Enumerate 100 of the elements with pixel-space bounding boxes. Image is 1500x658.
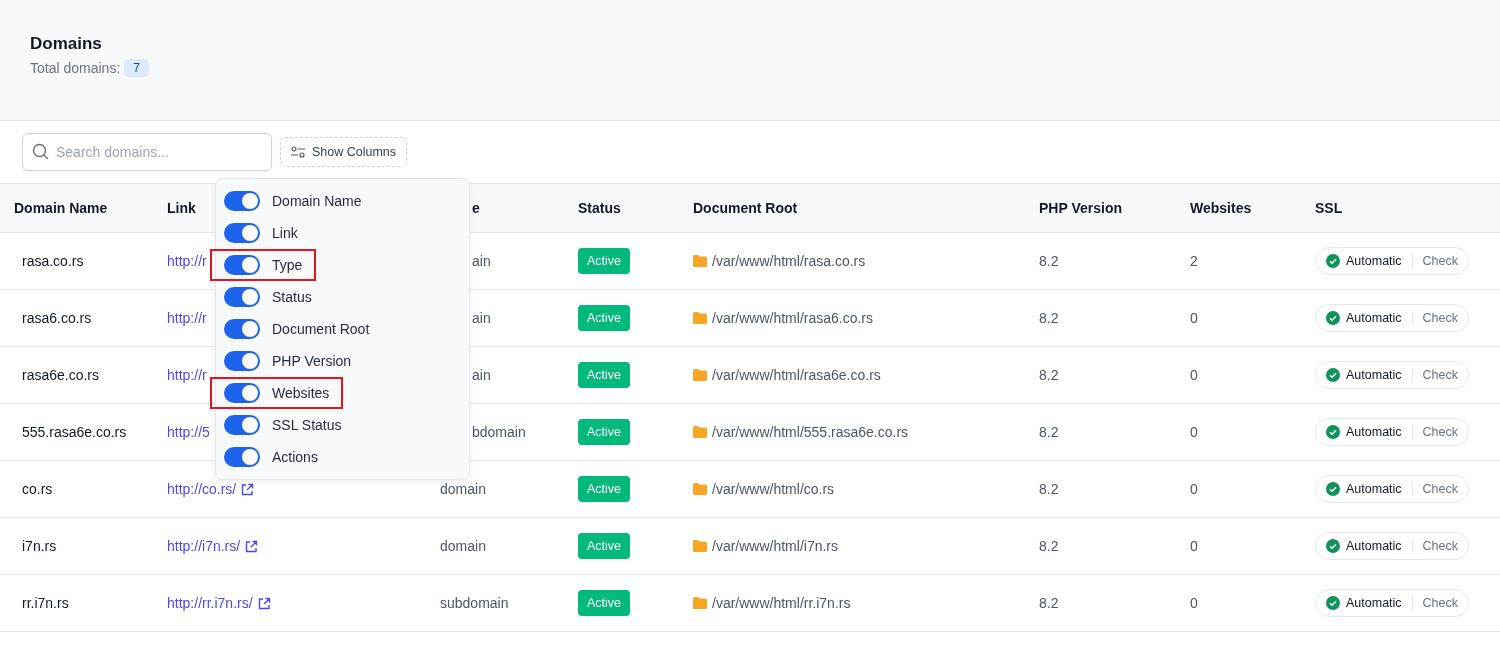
column-header: SSL <box>1315 200 1343 216</box>
document-root: /var/www/html/555.rasa6e.co.rs <box>712 424 909 440</box>
php-version: 8.2 <box>1039 253 1059 269</box>
check-link[interactable]: Check <box>1412 254 1459 268</box>
toggle-switch[interactable] <box>224 223 260 243</box>
websites-count: 0 <box>1190 481 1198 497</box>
status-badge: Active <box>578 248 631 274</box>
document-root: /var/www/html/rr.i7n.rs <box>712 595 851 611</box>
ssl-mode: Automatic <box>1340 254 1413 268</box>
check-circle-icon <box>1326 425 1340 439</box>
column-header: Status <box>578 200 621 216</box>
status-badge: Active <box>578 419 631 445</box>
domain-name: i7n.rs <box>22 538 57 554</box>
check-link[interactable]: Check <box>1412 596 1459 610</box>
ssl-mode: Automatic <box>1340 368 1413 382</box>
domain-name: rasa6.co.rs <box>22 310 92 326</box>
folder-icon <box>693 369 707 381</box>
folder-icon <box>693 312 707 324</box>
toggle-switch[interactable] <box>224 447 260 467</box>
document-root: /var/www/html/rasa6.co.rs <box>712 310 874 326</box>
column-header: PHP Version <box>1039 200 1122 216</box>
domain-link[interactable]: http://r <box>167 310 207 326</box>
domain-name: 555.rasa6e.co.rs <box>22 424 127 440</box>
domain-type: domain <box>440 538 486 554</box>
search-field[interactable]: Search domains... <box>22 133 272 171</box>
check-link[interactable]: Check <box>1412 311 1459 325</box>
domain-link[interactable]: http://co.rs/ <box>167 481 237 497</box>
ssl-mode: Automatic <box>1340 425 1413 439</box>
php-version: 8.2 <box>1039 538 1059 554</box>
toggle-switch[interactable] <box>224 415 260 435</box>
toggle-switch[interactable] <box>224 191 260 211</box>
document-root: /var/www/html/rasa6e.co.rs <box>712 367 881 383</box>
websites-count: 0 <box>1190 595 1198 611</box>
column-header: e <box>472 200 480 216</box>
domain-type: subdomain <box>440 595 509 611</box>
domain-name: co.rs <box>22 481 53 497</box>
domain-type: ain <box>472 253 491 269</box>
websites-count: 2 <box>1190 253 1198 269</box>
external-link-icon[interactable] <box>257 596 271 610</box>
check-circle-icon <box>1326 482 1340 496</box>
document-root: /var/www/html/i7n.rs <box>712 538 839 554</box>
column-header: Document Root <box>693 200 798 216</box>
domain-name: rr.i7n.rs <box>22 595 69 611</box>
domain-type: bdomain <box>472 424 526 440</box>
column-header: Websites <box>1190 200 1252 216</box>
column-option: SSL Status <box>272 417 342 433</box>
domain-link[interactable]: http://r <box>167 253 207 269</box>
toggle-switch[interactable] <box>224 351 260 371</box>
document-root: /var/www/html/rasa.co.rs <box>712 253 866 269</box>
column-option: Actions <box>272 449 318 465</box>
show-columns-button[interactable]: Show Columns <box>280 137 408 167</box>
count-badge: 7 <box>124 59 149 77</box>
check-link[interactable]: Check <box>1412 368 1459 382</box>
domain-link[interactable]: http://i7n.rs/ <box>167 538 241 554</box>
php-version: 8.2 <box>1039 310 1059 326</box>
column-option: Domain Name <box>272 193 362 209</box>
check-link[interactable]: Check <box>1412 539 1459 553</box>
status-badge: Active <box>578 590 631 616</box>
php-version: 8.2 <box>1039 424 1059 440</box>
domain-type: domain <box>440 481 486 497</box>
folder-icon <box>693 255 707 267</box>
external-link-icon[interactable] <box>245 539 259 553</box>
domain-link[interactable]: http://5 <box>167 424 210 440</box>
websites-count: 0 <box>1190 424 1198 440</box>
domain-type: ain <box>472 310 491 326</box>
check-circle-icon <box>1326 539 1340 553</box>
external-link-icon[interactable] <box>241 482 255 496</box>
folder-icon <box>693 540 707 552</box>
toggle-switch[interactable] <box>224 255 260 275</box>
column-header: Domain Name <box>14 200 108 216</box>
ssl-mode: Automatic <box>1340 311 1413 325</box>
domain-link[interactable]: http://rr.i7n.rs/ <box>167 595 253 611</box>
toggle-switch[interactable] <box>224 319 260 339</box>
ssl-mode: Automatic <box>1340 482 1413 496</box>
column-header: Link <box>167 200 196 216</box>
domain-type: ain <box>472 367 491 383</box>
column-option: Type <box>272 257 303 273</box>
check-link[interactable]: Check <box>1412 425 1459 439</box>
status-badge: Active <box>578 476 631 502</box>
websites-count: 0 <box>1190 538 1198 554</box>
sliders-icon <box>291 146 305 158</box>
php-version: 8.2 <box>1039 367 1059 383</box>
column-option: Websites <box>272 385 330 401</box>
php-version: 8.2 <box>1039 481 1059 497</box>
ssl-mode: Automatic <box>1340 596 1413 610</box>
ssl-mode: Automatic <box>1340 539 1413 553</box>
total-label: Total domains: <box>30 60 121 76</box>
check-link[interactable]: Check <box>1412 482 1459 496</box>
check-circle-icon <box>1326 368 1340 382</box>
folder-icon <box>693 597 707 609</box>
check-circle-icon <box>1326 254 1340 268</box>
domain-link[interactable]: http://r <box>167 367 207 383</box>
column-option: PHP Version <box>272 353 352 369</box>
toggle-switch[interactable] <box>224 287 260 307</box>
document-root: /var/www/html/co.rs <box>712 481 835 497</box>
toggle-switch[interactable] <box>224 383 260 403</box>
search-icon <box>32 143 49 160</box>
status-badge: Active <box>578 362 631 388</box>
php-version: 8.2 <box>1039 595 1059 611</box>
status-badge: Active <box>578 305 631 331</box>
